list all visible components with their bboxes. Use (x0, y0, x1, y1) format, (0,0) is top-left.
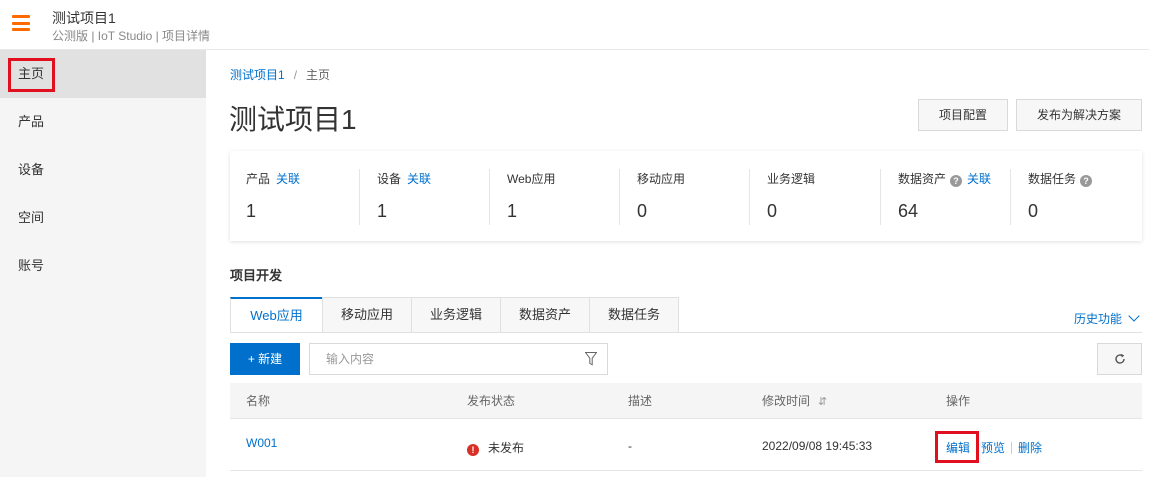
stat-value: 1 (507, 201, 518, 221)
tab-mobile-apps[interactable]: 移动应用 (322, 297, 412, 333)
stats-card: 产品 关联 1 设备 关联 1 Web应用 1 移动应用 0 业务逻辑 0 数据资产… (230, 151, 1142, 241)
help-icon[interactable]: ? (950, 175, 963, 187)
sidebar-item-products[interactable]: 产品 (0, 98, 206, 146)
sidebar-item-accounts[interactable]: 账号 (0, 242, 206, 290)
stat-value: 1 (377, 201, 388, 221)
link-data-assets-button[interactable]: 关联 (967, 172, 991, 186)
search-box (309, 343, 608, 375)
refresh-button[interactable] (1097, 343, 1142, 375)
stat-value: 1 (246, 201, 257, 221)
history-features-link[interactable]: 历史功能 (1074, 310, 1140, 327)
filter-icon[interactable] (585, 352, 597, 366)
stat-value: 0 (767, 201, 778, 221)
stat-divider (880, 169, 881, 225)
column-header-status: 发布状态 (467, 394, 516, 408)
modified-time-cell: 2022/09/08 19:45:33 (762, 439, 873, 453)
help-icon[interactable]: ? (1080, 175, 1093, 187)
stat-divider (619, 169, 620, 225)
refresh-icon (1115, 353, 1125, 364)
breadcrumb-separator: / (293, 68, 298, 82)
column-header-modified-label: 修改时间 (762, 394, 811, 408)
sort-icon[interactable]: ⇵ (818, 384, 827, 420)
breadcrumb-project-link[interactable]: 测试项目1 (230, 68, 285, 82)
column-header-description: 描述 (628, 394, 653, 408)
sidebar-item-spaces[interactable]: 空间 (0, 194, 206, 242)
tab-data-tasks[interactable]: 数据任务 (589, 297, 679, 333)
stat-divider (489, 169, 490, 225)
stat-divider (1010, 169, 1011, 225)
page-title: 测试项目1 (229, 104, 357, 135)
tab-business-logic[interactable]: 业务逻辑 (411, 297, 501, 333)
column-header-name: 名称 (246, 394, 271, 408)
sidebar: 主页 产品 设备 空间 账号 (0, 50, 206, 477)
column-header-modified[interactable]: 修改时间 ⇵ (762, 383, 827, 420)
project-subtitle: 公测版 | IoT Studio | 项目详情 (52, 29, 211, 43)
stat-label: 设备 (377, 172, 402, 186)
stat-value: 0 (637, 201, 648, 221)
table-header: 名称 发布状态 描述 修改时间 ⇵ 操作 (230, 383, 1142, 419)
action-divider (1011, 442, 1013, 454)
app-name-link[interactable]: W001 (246, 436, 277, 450)
stat-label: 移动应用 (637, 172, 686, 186)
highlight-box-home (8, 58, 55, 92)
tab-web-apps[interactable]: Web应用 (230, 297, 323, 333)
preview-button[interactable]: 预览 (981, 441, 1005, 455)
status-text: 未发布 (488, 441, 525, 455)
stat-value: 0 (1028, 201, 1039, 221)
delete-button[interactable]: 删除 (1018, 441, 1042, 455)
stat-label: 业务逻辑 (767, 172, 816, 186)
publish-solution-button[interactable]: 发布为解决方案 (1016, 99, 1142, 131)
chevron-down-icon (1128, 310, 1140, 322)
menu-icon[interactable] (12, 15, 30, 31)
top-bar: 测试项目1 公测版 | IoT Studio | 项目详情 (0, 0, 1149, 50)
stat-divider (749, 169, 750, 225)
status-cell: ! 未发布 (467, 439, 524, 456)
link-products-button[interactable]: 关联 (276, 172, 300, 186)
stat-label: 数据任务 (1028, 172, 1077, 186)
history-features-label: 历史功能 (1074, 312, 1123, 326)
link-devices-button[interactable]: 关联 (407, 172, 431, 186)
table-row: W001 ! 未发布 - 2022/09/08 19:45:33 编辑 预览 删除 (230, 420, 1142, 471)
section-title: 项目开发 (230, 268, 283, 283)
new-button[interactable]: + 新建 (230, 343, 300, 375)
column-header-actions: 操作 (946, 394, 971, 408)
breadcrumb-current: 主页 (306, 68, 331, 82)
error-icon: ! (467, 444, 479, 456)
stat-value: 64 (898, 201, 919, 221)
stat-label: Web应用 (507, 172, 556, 186)
stat-label: 产品 (246, 172, 271, 186)
project-title: 测试项目1 (52, 10, 116, 26)
tabs-divider (230, 332, 1142, 333)
description-cell: - (628, 439, 632, 453)
tab-data-assets[interactable]: 数据资产 (500, 297, 590, 333)
stat-divider (359, 169, 360, 225)
breadcrumb: 测试项目1 / 主页 (230, 66, 330, 83)
search-input[interactable] (326, 344, 576, 374)
project-config-button[interactable]: 项目配置 (918, 99, 1008, 131)
stat-label: 数据资产 (898, 172, 947, 186)
highlight-box-edit (935, 431, 979, 463)
sidebar-item-devices[interactable]: 设备 (0, 146, 206, 194)
